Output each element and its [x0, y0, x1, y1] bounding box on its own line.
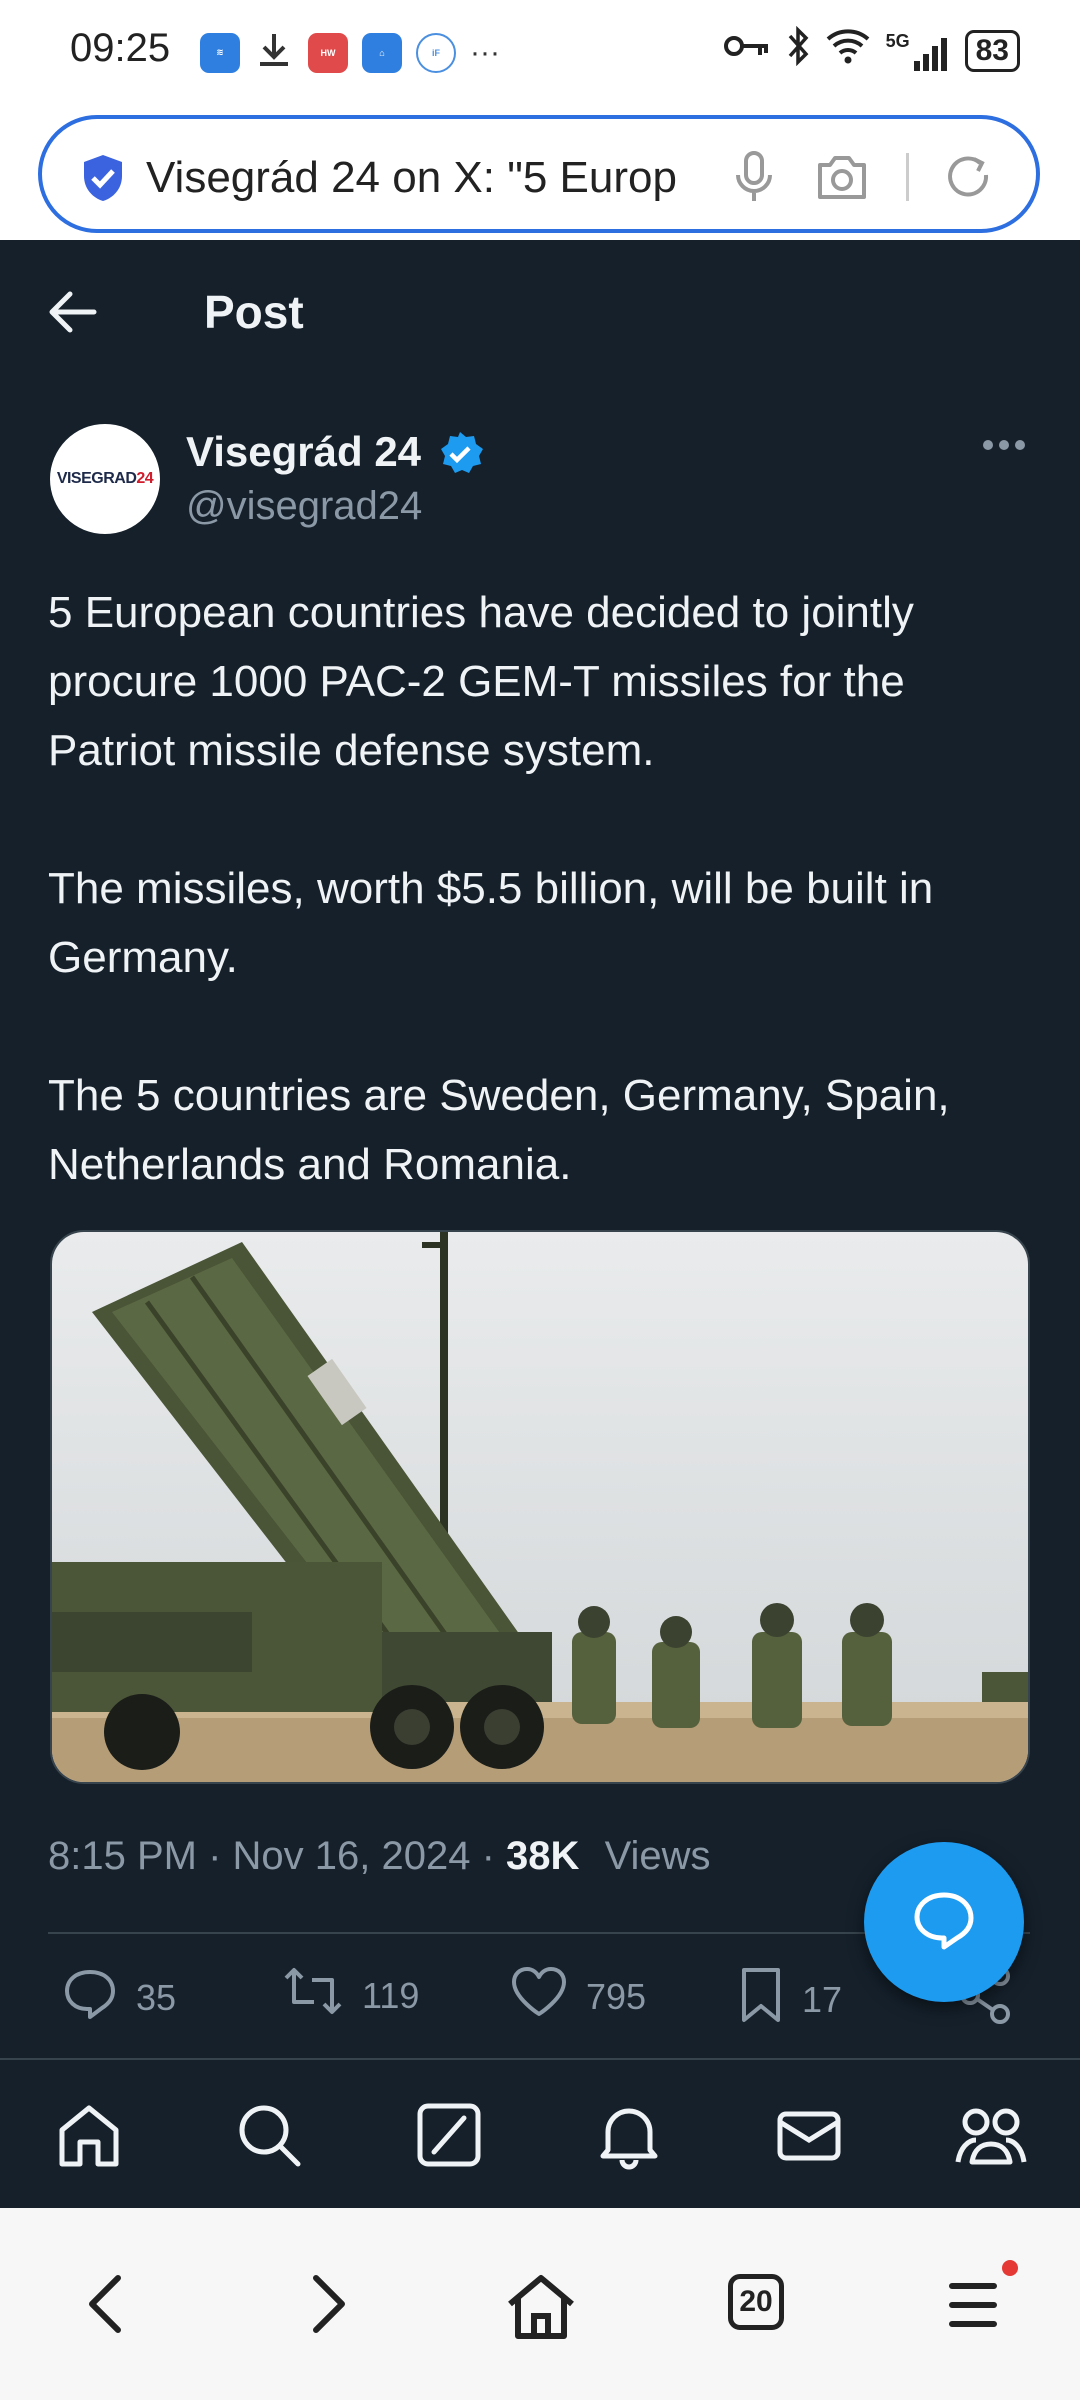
browser-forward-icon[interactable] [302, 2272, 352, 2341]
meta-separator: · [208, 1834, 233, 1878]
notification-icons: ≋ HW ⌂ iF ··· [200, 30, 500, 75]
microphone-icon[interactable] [732, 149, 776, 210]
tweet-date[interactable]: Nov 16, 2024 [233, 1834, 471, 1878]
tabs-counter-button[interactable]: 20 [728, 2274, 784, 2330]
views-count: 38K [506, 1834, 580, 1878]
browser-back-icon[interactable] [82, 2272, 132, 2341]
reload-icon[interactable] [942, 151, 994, 208]
toolbar-divider [906, 153, 909, 201]
bookmark-icon [738, 1966, 784, 2033]
avatar-text: VISEGRAD [56, 470, 137, 487]
menu-notification-dot [1002, 2260, 1018, 2276]
status-time: 09:25 [70, 26, 171, 70]
huawei-app-icon: HW [308, 32, 348, 73]
meta-separator: · [481, 1834, 507, 1878]
bluetooth-icon [786, 25, 810, 75]
network-type: 5G [885, 30, 910, 51]
notifications-bell-icon[interactable] [594, 2100, 664, 2175]
like-count: 795 [586, 1975, 647, 2017]
home-icon[interactable] [54, 2100, 124, 2175]
status-bar: 09:25 ≋ HW ⌂ iF ··· 5G 83 [0, 0, 1080, 108]
browser-menu-icon[interactable] [948, 2280, 998, 2335]
communities-icon[interactable] [954, 2100, 1028, 2175]
address-bar[interactable]: Visegrád 24 on X: "5 Europ [38, 115, 1040, 233]
author-name[interactable]: Visegrád 24 [186, 428, 421, 476]
chat-bubble-icon [911, 1889, 977, 1956]
store-app-icon: ⌂ [362, 32, 402, 73]
page-title: Post [204, 286, 304, 338]
views-label: Views [604, 1834, 711, 1878]
tweet-time[interactable]: 8:15 PM [48, 1834, 197, 1878]
tweet-image[interactable] [50, 1230, 1030, 1784]
compose-reply-button[interactable] [864, 1842, 1024, 2002]
tweet-meta: 8:15 PM · Nov 16, 2024 · 38K Views [48, 1834, 711, 1879]
bookmark-count: 17 [802, 1978, 843, 2020]
reply-count: 35 [136, 1976, 177, 2018]
url-text[interactable]: Visegrád 24 on X: "5 Europ [146, 153, 726, 203]
back-arrow-icon[interactable] [48, 290, 98, 339]
repost-icon [282, 1966, 344, 2025]
reply-icon [62, 1966, 118, 2029]
verified-badge-icon[interactable] [436, 430, 484, 483]
bottom-navigation [0, 2058, 1080, 2208]
more-notifications-icon: ··· [470, 35, 500, 69]
app-notification-icon: ≋ [200, 32, 240, 73]
search-icon[interactable] [234, 2100, 304, 2175]
vpn-key-icon [723, 31, 770, 70]
more-options-icon[interactable] [982, 438, 1026, 457]
system-indicators: 5G 83 [723, 25, 1020, 75]
cellular-signal-icon: 5G [886, 31, 949, 71]
reply-button[interactable]: 35 [62, 1966, 176, 2029]
browser-toolbar: Visegrád 24 on X: "5 Europ [0, 108, 1080, 240]
bookmark-button[interactable]: 17 [738, 1966, 842, 2033]
heart-icon [510, 1966, 568, 2027]
repost-button[interactable]: 119 [282, 1966, 419, 2025]
browser-home-icon[interactable] [504, 2272, 578, 2347]
like-button[interactable]: 795 [510, 1966, 646, 2027]
avatar[interactable]: VISEGRAD 24 [50, 424, 160, 534]
battery-indicator: 83 [964, 29, 1020, 72]
messages-envelope-icon[interactable] [774, 2100, 844, 2175]
repost-count: 119 [362, 1974, 420, 2016]
ifly-app-icon: iF [416, 32, 456, 73]
avatar-text-accent: 24 [136, 470, 154, 487]
tweet-text: 5 European countries have decided to joi… [48, 588, 950, 1189]
browser-navigation: 20 [0, 2208, 1080, 2400]
wifi-icon [826, 27, 870, 74]
download-icon [254, 30, 294, 75]
patriot-launcher-photo [52, 1232, 1028, 1782]
secure-shield-icon[interactable] [80, 153, 126, 203]
grok-icon[interactable] [414, 2100, 484, 2175]
author-handle[interactable]: @visegrad24 [186, 484, 422, 529]
post-header: Post [0, 240, 1080, 380]
camera-icon[interactable] [814, 151, 870, 208]
